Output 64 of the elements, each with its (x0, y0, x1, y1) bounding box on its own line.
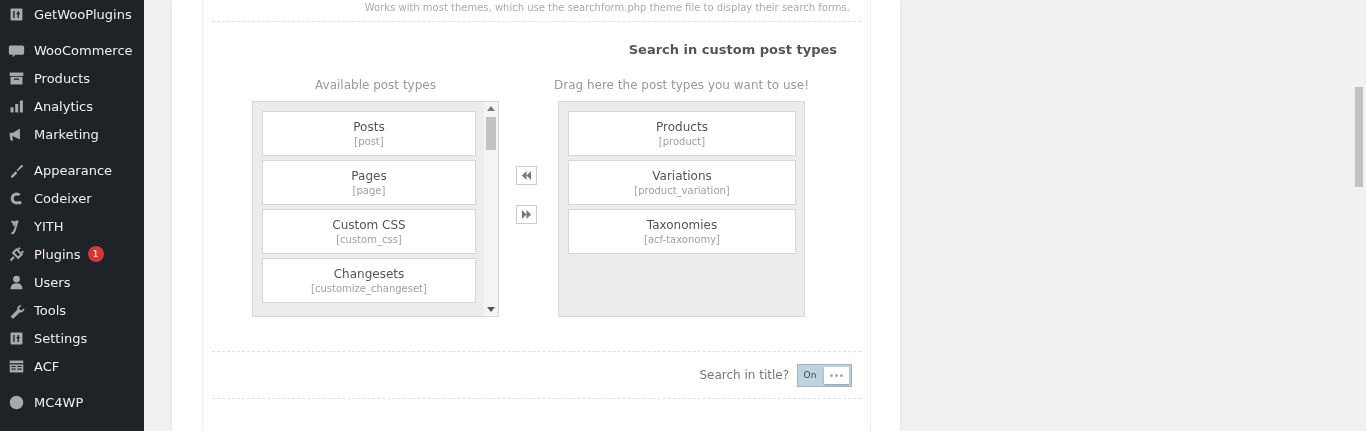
post-type-name: Variations (652, 169, 712, 183)
menu-label: Plugins (34, 246, 81, 262)
post-type-card[interactable]: Changesets [customize_changeset] (262, 258, 476, 303)
sidebar-item[interactable]: Appearance (0, 156, 144, 184)
menu-label: Codeixer (34, 190, 92, 206)
post-type-name: Products (656, 120, 708, 134)
post-type-slug: [page] (352, 185, 386, 196)
menu-label: YITH (34, 218, 64, 234)
column-heading: Drag here the post types you want to use! (554, 78, 809, 92)
sidebar-item[interactable]: Settings (0, 324, 144, 352)
post-type-slug: [product] (658, 136, 706, 147)
circle-icon (8, 393, 25, 411)
sidebar-item[interactable]: Codeixer (0, 184, 144, 212)
sidebar-item[interactable]: YITH (0, 212, 144, 240)
post-type-name: Pages (351, 169, 387, 183)
menu-label: Products (34, 70, 91, 86)
move-right-button[interactable] (516, 205, 537, 224)
update-count-badge: 1 (87, 246, 104, 262)
post-type-name: Changesets (333, 267, 405, 281)
setting-label: Search in title? (699, 368, 789, 382)
menu-label: Users (34, 274, 71, 290)
column-heading: Available post types (315, 78, 436, 92)
menu-label: Marketing (34, 126, 99, 142)
sidebar-item[interactable]: Tools (0, 296, 144, 324)
menu-label: GetWooPlugins (34, 6, 132, 22)
post-type-card[interactable]: Pages [page] (262, 160, 476, 205)
post-type-slug: [product_variation] (634, 185, 730, 196)
post-type-card[interactable]: Custom CSS [custom_css] (262, 209, 476, 254)
menu-label: Analytics (34, 98, 94, 114)
post-type-card[interactable]: Products [product] (568, 111, 796, 156)
move-right-icon (521, 209, 532, 220)
post-type-name: Custom CSS (332, 218, 406, 232)
post-type-slug: [post] (354, 136, 384, 147)
help-text: Works with most themes, which use the searchform.php theme file to display their search forms. (212, 0, 861, 22)
toggle-switch[interactable]: On (797, 363, 852, 387)
post-type-name: Posts (353, 120, 385, 134)
sidebar-item[interactable]: Users (0, 268, 144, 296)
plug-icon (8, 245, 25, 263)
sidebar-item[interactable]: GetWooPlugins (0, 0, 144, 28)
section-title: Search in custom post types (627, 42, 837, 57)
menu-label: Appearance (34, 162, 113, 178)
sidebar-item[interactable]: Products (0, 64, 144, 92)
move-left-icon (521, 170, 532, 181)
person-icon (8, 273, 25, 291)
post-type-slug: [acf-taxonomy] (644, 234, 720, 245)
sidebar-item[interactable]: MC4WP (0, 388, 144, 416)
post-type-card[interactable]: Taxonomies [acf-taxonomy] (568, 209, 796, 254)
menu-label: WooCommerce (34, 42, 133, 58)
menu-label: Settings (34, 330, 88, 346)
post-type-card[interactable]: Posts [post] (262, 111, 476, 156)
post-type-slug: [custom_css] (336, 234, 402, 245)
menu-label: ACF (34, 358, 60, 374)
scrollbar[interactable] (484, 102, 498, 316)
sidebar-item[interactable]: WooCommerce (0, 36, 144, 64)
move-left-button[interactable] (516, 166, 537, 185)
sidebar-item[interactable]: Marketing (0, 120, 144, 148)
post-type-card[interactable]: Variations [product_variation] (568, 160, 796, 205)
menu-label: MC4WP (34, 394, 84, 410)
post-type-name: Taxonomies (646, 218, 718, 232)
sidebar-item[interactable]: Plugins 1 (0, 240, 144, 268)
post-type-slug: [customize_changeset] (311, 283, 427, 294)
menu-label: Tools (34, 302, 67, 318)
sidebar-item[interactable]: ACF (0, 352, 144, 380)
sidebar-item[interactable]: Analytics (0, 92, 144, 120)
